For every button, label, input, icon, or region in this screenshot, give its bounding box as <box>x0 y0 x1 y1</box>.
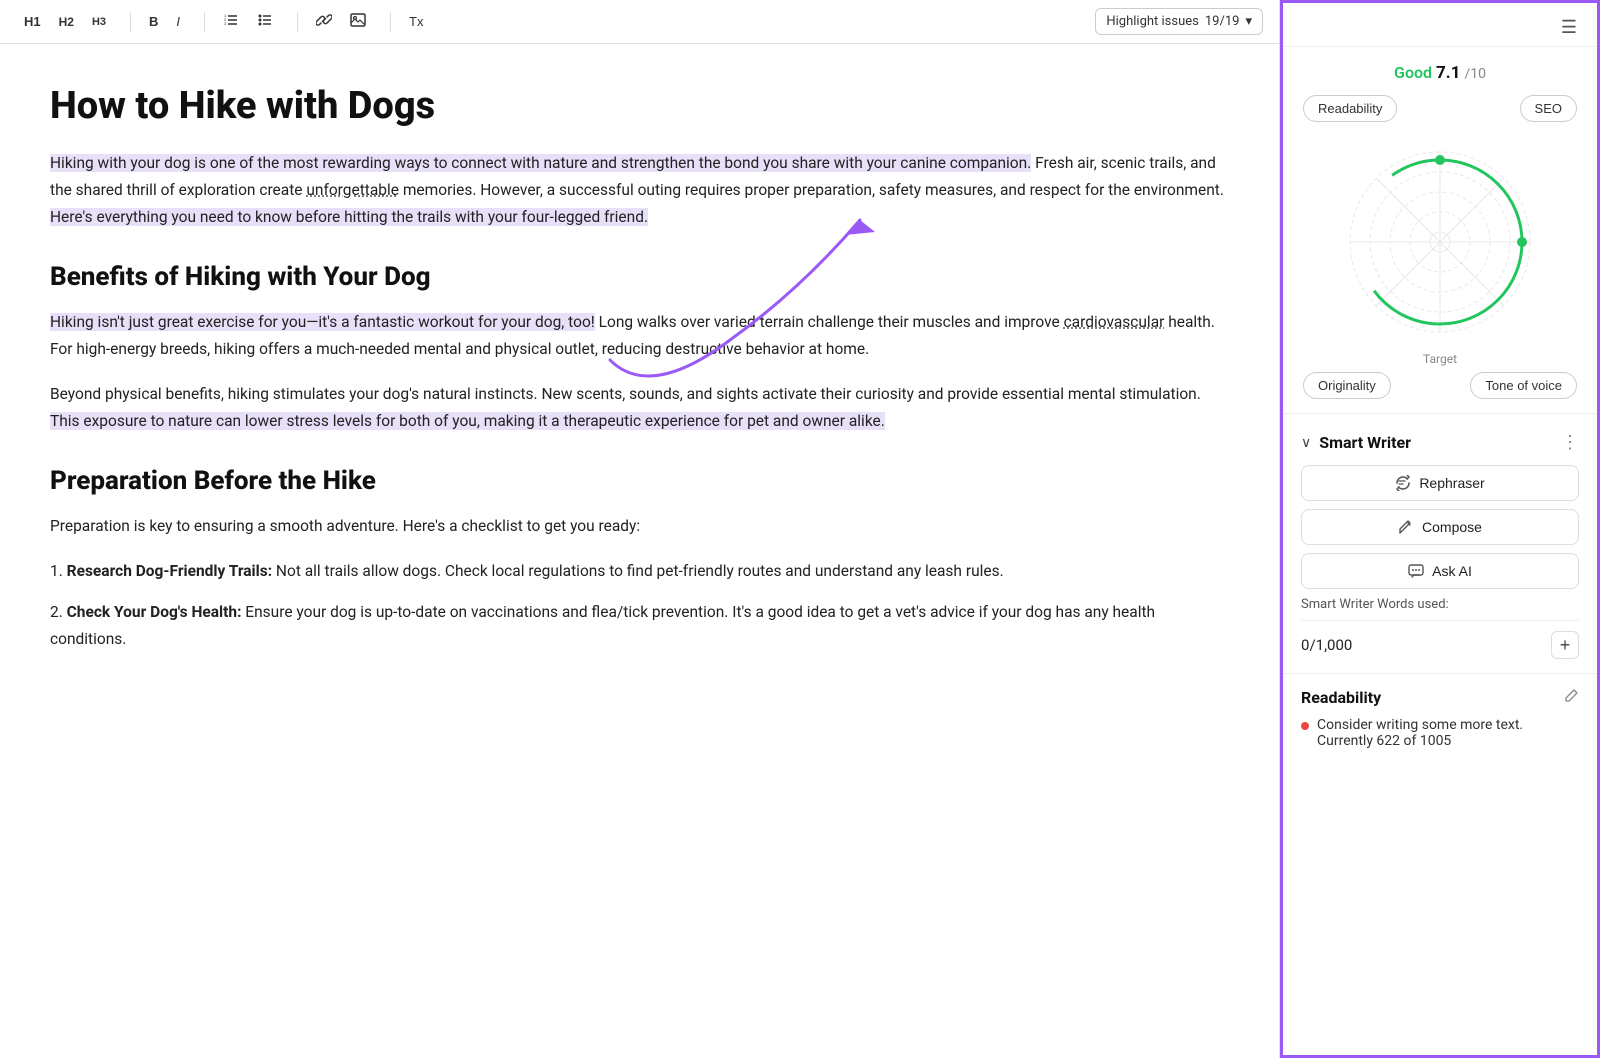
unordered-list-button[interactable] <box>249 8 281 35</box>
seo-tab[interactable]: SEO <box>1520 95 1577 122</box>
svg-text:3: 3 <box>224 21 227 26</box>
rephraser-icon <box>1395 475 1411 491</box>
compose-icon <box>1398 519 1414 535</box>
smart-writer-header: ∨ Smart Writer ⋮ <box>1301 432 1579 453</box>
compose-label: Compose <box>1422 519 1482 535</box>
ask-ai-button[interactable]: Ask AI <box>1301 553 1579 589</box>
red-dot-icon <box>1301 722 1309 730</box>
toolbar-divider-4 <box>390 12 391 32</box>
toolbar-divider-2 <box>204 12 205 32</box>
link-button[interactable] <box>308 8 340 35</box>
score-label: Good 7.1 /10 <box>1394 63 1486 83</box>
sidebar-panel: ☰ Good 7.1 /10 Readability SEO <box>1280 0 1600 1058</box>
highlight-count: 19/19 <box>1205 14 1240 29</box>
radar-chart <box>1330 132 1550 352</box>
list-item: 1. Research Dog-Friendly Trails: Not all… <box>50 558 1229 585</box>
s1p2-highlight: This exposure to nature can lower stress… <box>50 412 885 430</box>
heading-group: H1 H2 H3 <box>16 10 114 33</box>
rephraser-button[interactable]: Rephraser <box>1301 465 1579 501</box>
add-words-button[interactable]: + <box>1551 631 1579 659</box>
pencil-icon <box>1565 688 1579 702</box>
sidebar-divider-1 <box>1283 413 1597 414</box>
cardiovascular-word: cardiovascular <box>1064 313 1165 331</box>
highlight-issues-dropdown[interactable]: Highlight issues 19/19 ▾ <box>1095 8 1263 35</box>
readability-section: Readability Consider writing some more t… <box>1283 673 1597 763</box>
dropdown-arrow-icon: ▾ <box>1245 14 1252 29</box>
section1-heading: Benefits of Hiking with Your Dog <box>50 261 1229 295</box>
smart-writer-section: ∨ Smart Writer ⋮ Rephraser <box>1283 418 1597 673</box>
list-item-title: Research Dog-Friendly Trails: <box>67 562 272 580</box>
section1-p1: Hiking isn't just great exercise for you… <box>50 309 1229 363</box>
list-num: 2. <box>50 603 67 621</box>
unforgettable-word: unforgettable <box>306 181 399 199</box>
ask-ai-label: Ask AI <box>1432 563 1472 579</box>
h2-button[interactable]: H2 <box>51 11 82 33</box>
toolbar: H1 H2 H3 B I 1 2 3 <box>0 0 1279 44</box>
target-label: Target <box>1423 352 1457 366</box>
smart-writer-chevron-icon[interactable]: ∨ <box>1301 435 1311 451</box>
readability-header: Readability <box>1301 688 1579 707</box>
format-group: B I <box>141 10 188 33</box>
words-count: 0/1,000 <box>1301 636 1352 654</box>
toolbar-divider-3 <box>297 12 298 32</box>
score-denom: /10 <box>1464 66 1486 82</box>
app-container: H1 H2 H3 B I 1 2 3 <box>0 0 1600 1058</box>
smart-writer-menu-button[interactable]: ⋮ <box>1561 432 1579 453</box>
list-group: 1 2 3 <box>215 8 281 35</box>
bottom-tabs: Originality Tone of voice <box>1303 372 1577 399</box>
intro-highlight-2: Here's everything you need to know befor… <box>50 208 648 226</box>
readability-item-text: Consider writing some more text. Current… <box>1317 717 1579 749</box>
smart-writer-title-row: ∨ Smart Writer <box>1301 433 1411 452</box>
list-item: 2. Check Your Dog's Health: Ensure your … <box>50 599 1229 653</box>
ordered-list-button[interactable]: 1 2 3 <box>215 8 247 35</box>
list-num: 1. <box>50 562 67 580</box>
score-good-text: Good <box>1394 63 1432 82</box>
article-title: How to Hike with Dogs <box>50 84 1229 130</box>
sidebar-menu-button[interactable]: ☰ <box>1555 13 1583 42</box>
words-row: 0/1,000 + <box>1301 620 1579 659</box>
intro-paragraph: Hiking with your dog is one of the most … <box>50 150 1229 231</box>
top-tabs: Readability SEO <box>1303 95 1577 122</box>
image-button[interactable] <box>342 8 374 35</box>
ask-ai-icon <box>1408 563 1424 579</box>
editor-content[interactable]: How to Hike with Dogs Hiking with your d… <box>0 44 1279 1058</box>
readability-tab[interactable]: Readability <box>1303 95 1397 122</box>
score-value: 7.1 <box>1436 63 1460 83</box>
readability-item: Consider writing some more text. Current… <box>1301 717 1579 749</box>
section2-list: 1. Research Dog-Friendly Trails: Not all… <box>50 558 1229 653</box>
score-section: Good 7.1 /10 Readability SEO <box>1283 47 1597 409</box>
section1-p2: Beyond physical benefits, hiking stimula… <box>50 381 1229 435</box>
section2-intro: Preparation is key to ensuring a smooth … <box>50 513 1229 540</box>
toolbar-divider-1 <box>130 12 131 32</box>
rephraser-label: Rephraser <box>1419 475 1484 491</box>
h1-button[interactable]: H1 <box>16 10 49 33</box>
highlight-label: Highlight issues <box>1106 14 1199 29</box>
readability-edit-button[interactable] <box>1565 688 1579 707</box>
readability-title: Readability <box>1301 688 1381 707</box>
bold-button[interactable]: B <box>141 10 166 33</box>
s1p1-highlight: Hiking isn't just great exercise for you… <box>50 313 595 331</box>
words-used-label: Smart Writer Words used: <box>1301 597 1579 612</box>
originality-tab[interactable]: Originality <box>1303 372 1391 399</box>
clear-format-button[interactable]: Tx <box>401 10 431 33</box>
section2-heading: Preparation Before the Hike <box>50 465 1229 499</box>
insert-group <box>308 8 374 35</box>
intro-highlight-1: Hiking with your dog is one of the most … <box>50 154 1031 172</box>
smart-writer-title: Smart Writer <box>1319 433 1411 452</box>
h3-button[interactable]: H3 <box>84 12 114 32</box>
compose-button[interactable]: Compose <box>1301 509 1579 545</box>
sidebar-header: ☰ <box>1283 3 1597 47</box>
editor-panel: H1 H2 H3 B I 1 2 3 <box>0 0 1280 1058</box>
list-item-title: Check Your Dog's Health: <box>67 603 242 621</box>
tone-of-voice-tab[interactable]: Tone of voice <box>1470 372 1577 399</box>
italic-button[interactable]: I <box>168 10 188 33</box>
